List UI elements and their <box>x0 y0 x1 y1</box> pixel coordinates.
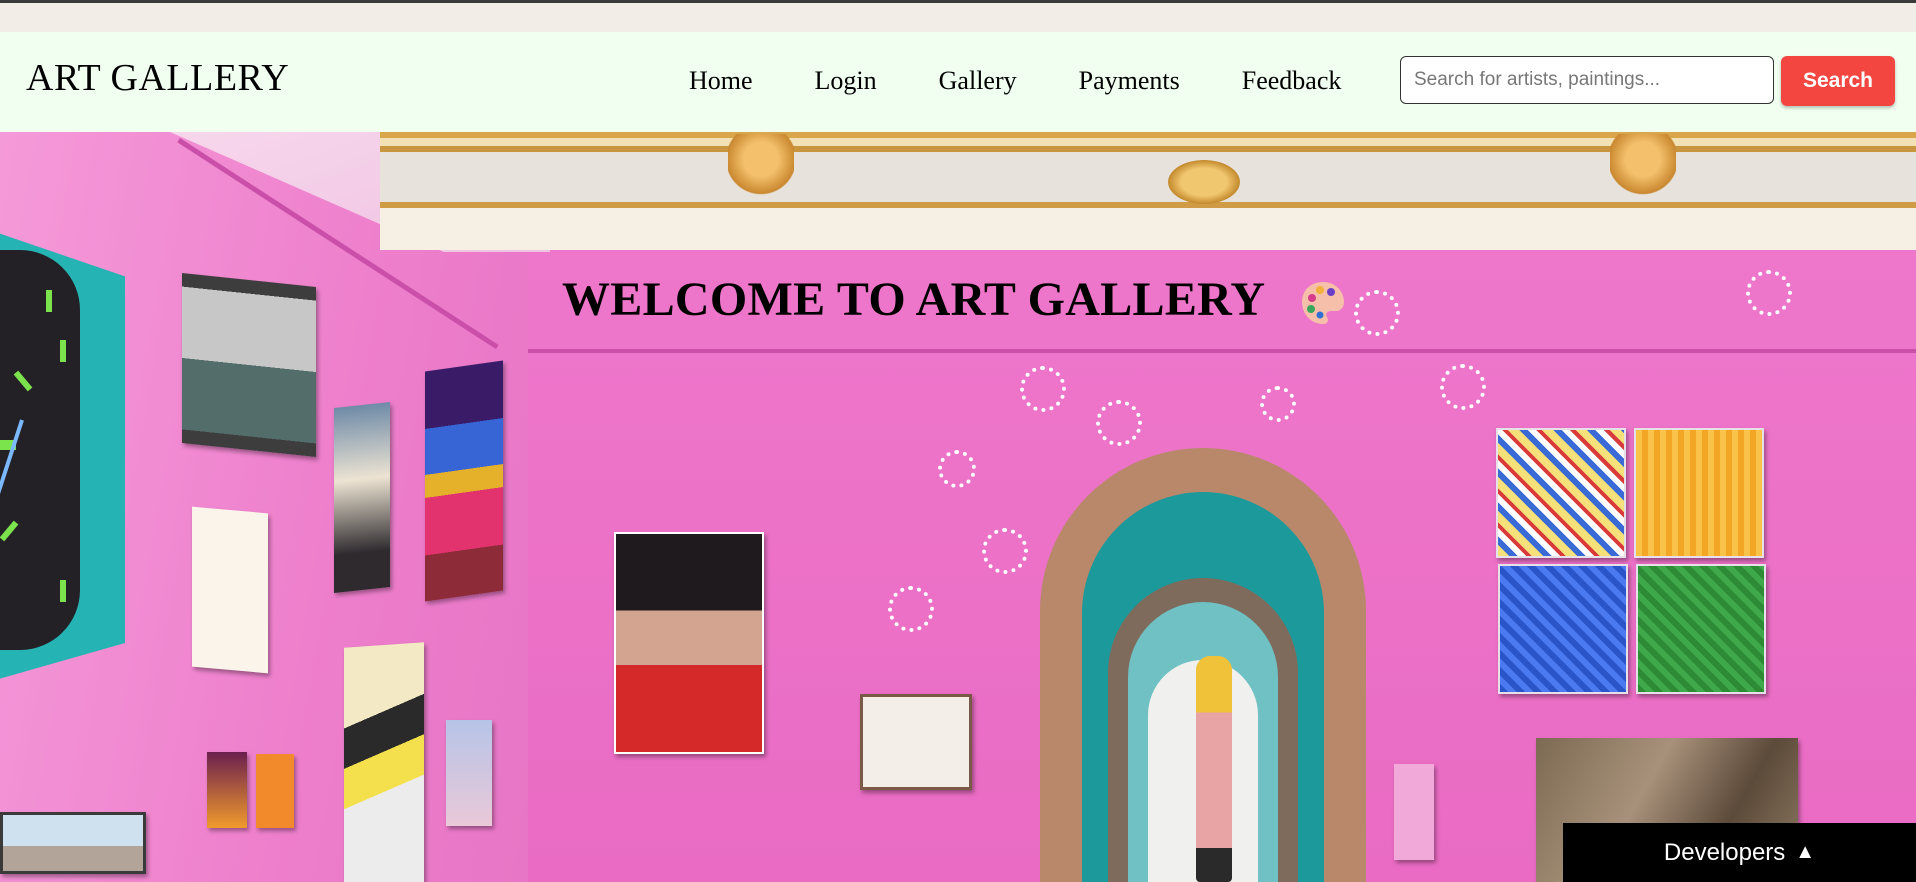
nav-link-gallery[interactable]: Gallery <box>939 66 1017 96</box>
ring-sculpture <box>1020 366 1066 412</box>
ring-sculpture <box>1440 364 1486 410</box>
abstract-painting <box>425 360 503 602</box>
search-input[interactable] <box>1400 56 1774 104</box>
ring-sculpture <box>938 450 976 488</box>
nav-link-home[interactable]: Home <box>689 66 753 96</box>
hero-title: WELCOME TO ART GALLERY <box>562 273 1266 326</box>
clock-tick <box>0 520 19 542</box>
silver-painting <box>182 272 316 458</box>
ring-sculpture <box>1096 400 1142 446</box>
small-orange-painting <box>256 754 294 828</box>
portrait-painting <box>334 402 390 593</box>
cherub-sculpture-right <box>1610 134 1676 206</box>
drawing-painting <box>860 694 972 790</box>
statue <box>1196 656 1232 882</box>
gallery-background-image <box>0 0 1916 882</box>
chevron-up-icon: ▲ <box>1795 841 1816 863</box>
photo-painting <box>614 532 764 754</box>
sketch-painting <box>192 506 268 674</box>
developers-label: Developers <box>1663 838 1786 866</box>
ceiling-strip <box>0 0 1916 32</box>
navbar: ART GALLERY Home Login Gallery Payments … <box>0 32 1916 132</box>
small-purple-painting <box>207 752 247 828</box>
tile-painting-1 <box>1496 428 1626 558</box>
nav-link-login[interactable]: Login <box>815 66 877 96</box>
clock-tick <box>60 340 66 362</box>
nav-link-feedback[interactable]: Feedback <box>1242 66 1342 96</box>
clock-tick <box>46 290 52 312</box>
small-blue-painting <box>446 720 492 826</box>
clock-face <box>0 250 80 650</box>
brand-title: ART GALLERY <box>26 57 290 99</box>
tile-painting-4 <box>1636 564 1766 694</box>
wall-plaque <box>1394 764 1434 860</box>
picture-rail <box>528 349 1916 353</box>
nav-links: Home Login Gallery Payments Feedback <box>689 66 1341 96</box>
ring-sculpture <box>1260 386 1296 422</box>
nav-link-payments[interactable]: Payments <box>1079 66 1180 96</box>
clock-tick <box>13 370 33 392</box>
panorama-painting <box>0 812 146 874</box>
cherub-sculpture-left <box>728 134 794 206</box>
developers-toggle[interactable]: Developers ▲ <box>1563 823 1916 882</box>
clock-tick <box>60 580 66 602</box>
tile-painting-3 <box>1498 564 1628 694</box>
hi-painting <box>344 642 424 882</box>
search-button[interactable]: Search <box>1781 56 1895 106</box>
page: ART GALLERY Home Login Gallery Payments … <box>0 0 1916 882</box>
tile-painting-2 <box>1634 428 1764 558</box>
ring-sculpture <box>1746 270 1792 316</box>
cornice <box>380 132 1916 250</box>
ring-sculpture <box>982 528 1028 574</box>
ring-sculpture <box>888 586 934 632</box>
crest-ornament <box>1168 160 1240 204</box>
ring-sculpture <box>1354 290 1400 336</box>
artist-palette-icon <box>1302 282 1344 324</box>
clock-painting <box>0 220 125 690</box>
